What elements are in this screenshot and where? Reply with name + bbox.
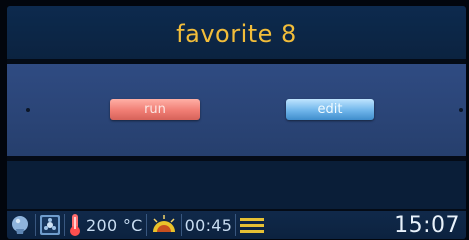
edit-button-label: edit (317, 102, 343, 117)
menu-lines-icon[interactable] (239, 216, 265, 234)
run-button[interactable]: run (110, 99, 200, 120)
status-divider (64, 214, 65, 236)
clock-time: 15:07 (394, 212, 460, 238)
status-divider (235, 214, 237, 236)
heating-power-icon (150, 214, 178, 236)
empty-area (7, 161, 466, 209)
oven-display: favorite 8 run edit 200 °C 00:45 15:07 (7, 6, 466, 239)
thermometer-icon (68, 213, 82, 237)
light-bulb-icon (10, 214, 32, 236)
scroll-right-indicator[interactable] (459, 108, 463, 112)
fan-mode-icon (39, 214, 61, 236)
run-button-label: run (144, 102, 166, 117)
title-bar: favorite 8 (7, 6, 466, 59)
status-divider (145, 214, 147, 236)
duration-value: 00:45 (184, 215, 233, 235)
action-panel: run edit (7, 64, 466, 156)
status-bar: 200 °C 00:45 15:07 (7, 211, 466, 239)
scroll-left-indicator[interactable] (26, 108, 30, 112)
edit-button[interactable]: edit (286, 99, 374, 120)
temperature-value: 200 °C (86, 215, 143, 235)
status-divider (180, 214, 182, 236)
status-divider (35, 214, 36, 236)
page-title: favorite 8 (176, 19, 297, 48)
